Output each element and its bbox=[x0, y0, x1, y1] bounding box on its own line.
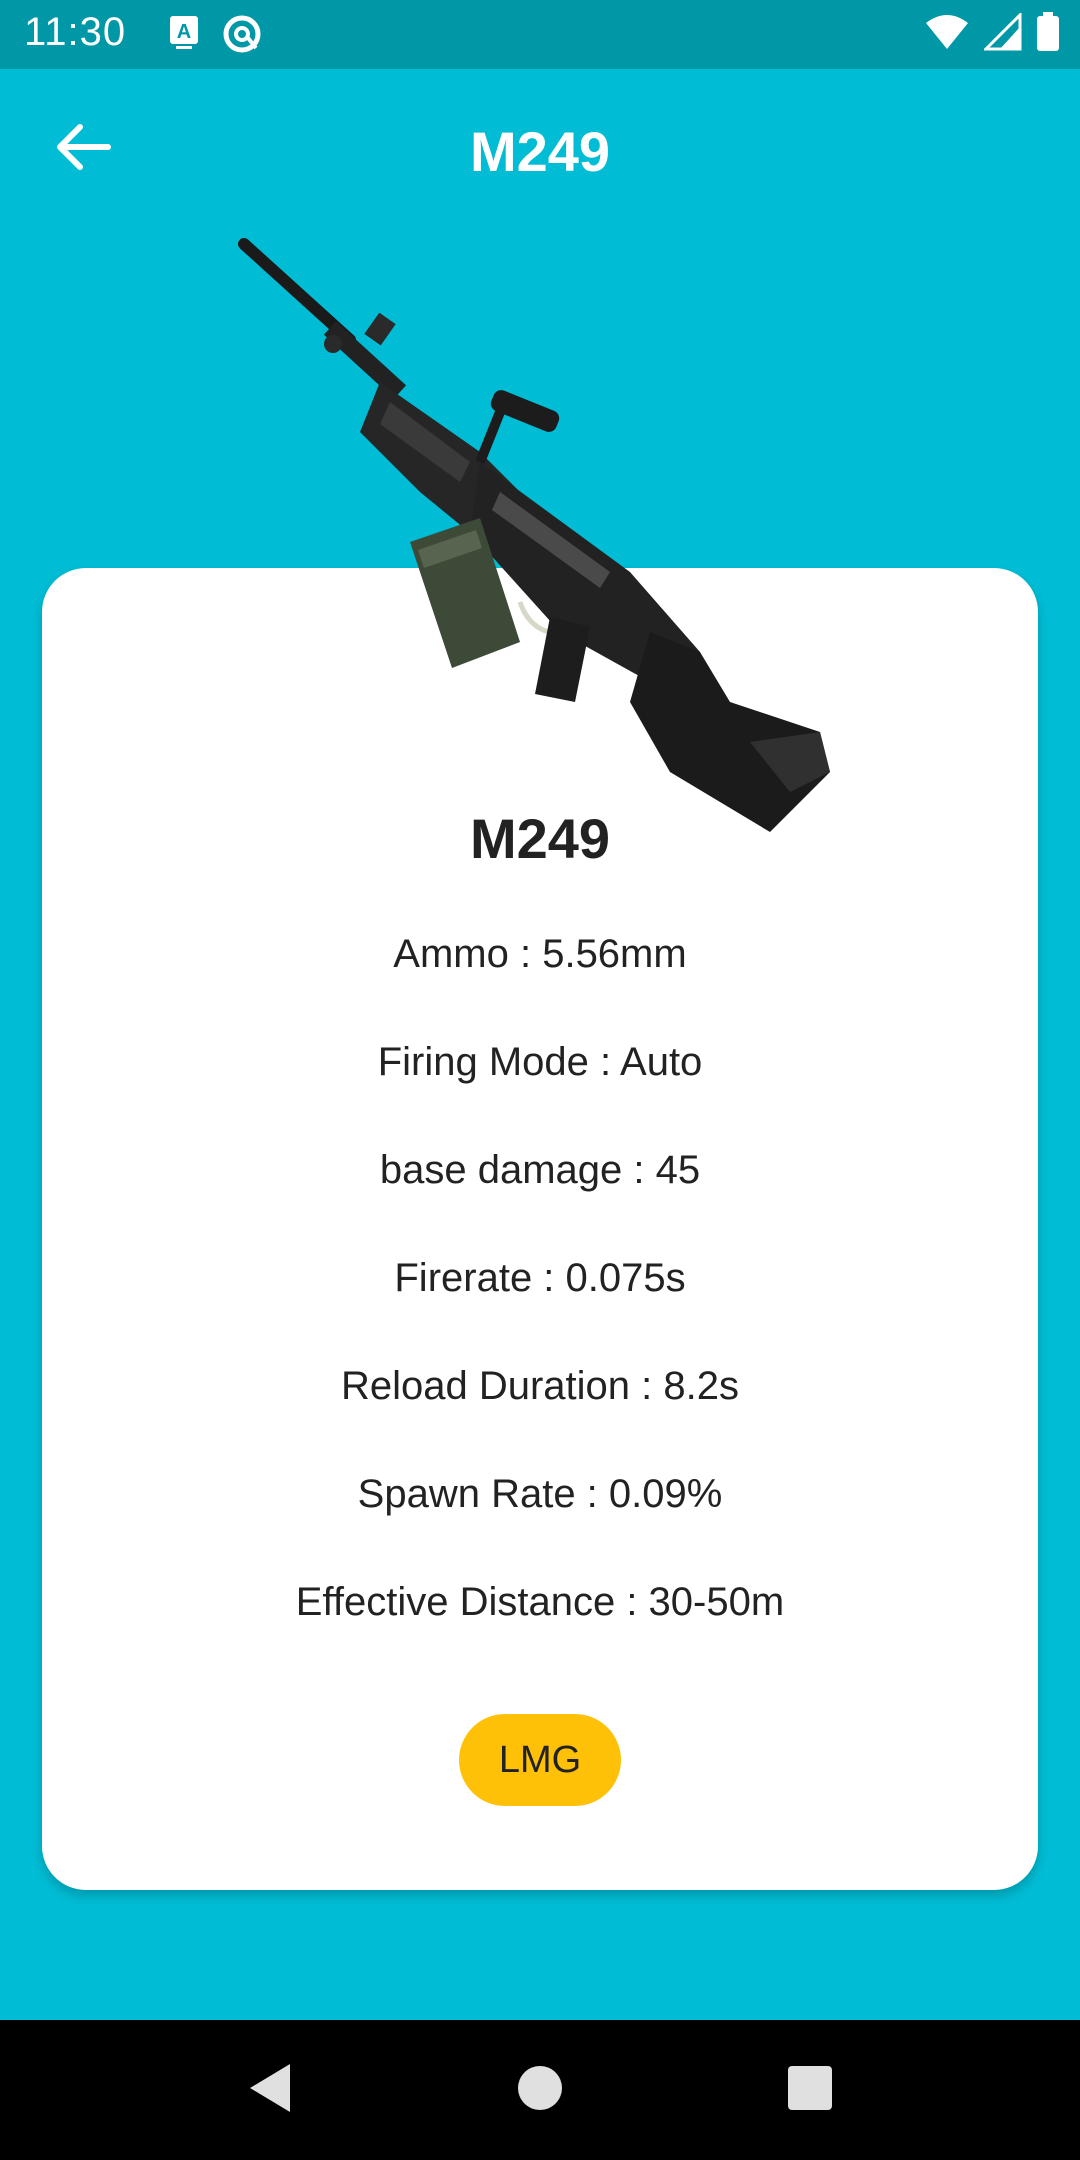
stat-ammo: Ammo : 5.56mm bbox=[393, 932, 687, 976]
stat-effective-distance: Effective Distance : 30-50m bbox=[295, 1580, 785, 1624]
stat-spawn-rate: Spawn Rate : 0.09% bbox=[357, 1472, 723, 1516]
wifi-icon bbox=[924, 13, 970, 56]
signal-icon bbox=[982, 11, 1022, 56]
at-circle-icon bbox=[222, 14, 262, 59]
weapon-category-chip[interactable]: LMG bbox=[459, 1714, 621, 1806]
home-circle-icon bbox=[516, 2064, 564, 2117]
recents-square-icon bbox=[786, 2064, 834, 2117]
status-system-icons bbox=[924, 11, 1060, 57]
status-bar: 11:30 A bbox=[0, 0, 1080, 69]
m249-lmg-image bbox=[230, 232, 850, 832]
svg-text:A: A bbox=[177, 21, 191, 43]
stat-reload-duration: Reload Duration : 8.2s bbox=[340, 1364, 739, 1408]
app-bar: M249 bbox=[0, 69, 1080, 237]
battery-icon bbox=[1036, 12, 1060, 57]
nav-home-button[interactable] bbox=[500, 2020, 580, 2160]
stat-firerate: Firerate : 0.075s bbox=[394, 1256, 686, 1300]
system-navigation-bar bbox=[0, 2020, 1080, 2160]
nav-back-button[interactable] bbox=[230, 2020, 310, 2160]
status-notification-icons: A bbox=[168, 14, 262, 59]
back-triangle-icon bbox=[246, 2062, 294, 2119]
stat-firing-mode: Firing Mode : Auto bbox=[377, 1040, 703, 1084]
keyboard-a-icon: A bbox=[168, 14, 200, 59]
status-time: 11:30 bbox=[24, 10, 127, 54]
nav-recents-button[interactable] bbox=[770, 2020, 850, 2160]
page-title: M249 bbox=[469, 120, 611, 183]
stat-base-damage: base damage : 45 bbox=[379, 1148, 701, 1192]
